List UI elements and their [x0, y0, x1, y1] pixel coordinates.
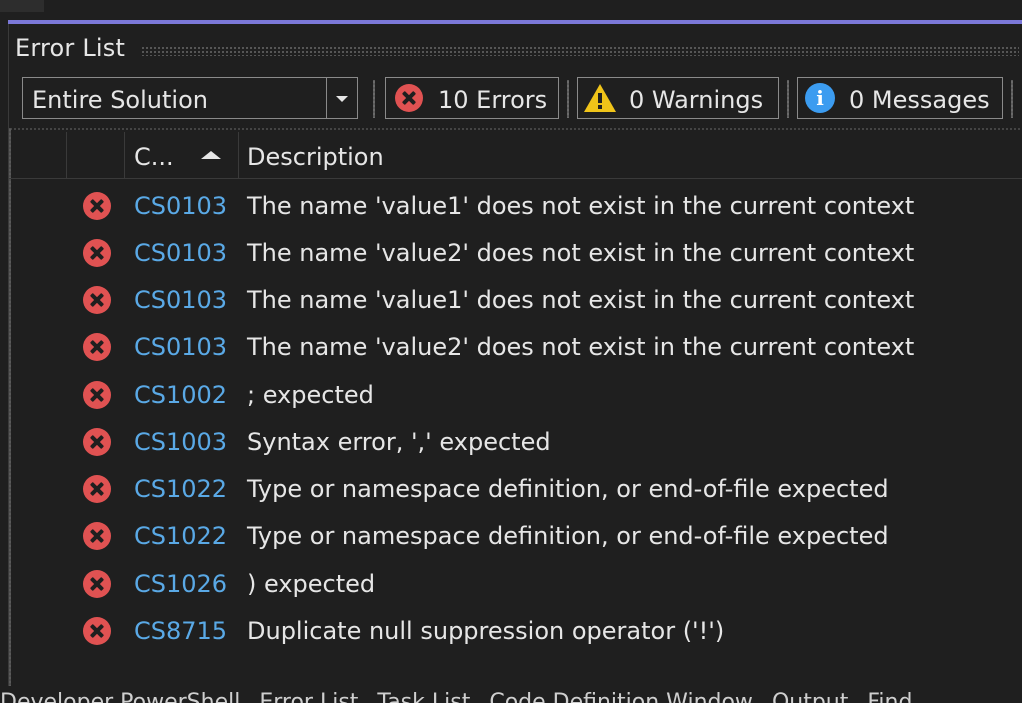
- error-description: The name 'value2' does not exist in the …: [247, 239, 915, 267]
- error-description: The name 'value1' does not exist in the …: [247, 286, 915, 314]
- toolbar-separator: [1011, 80, 1013, 118]
- column-header-code[interactable]: C...: [125, 132, 239, 178]
- error-icon: [83, 570, 111, 598]
- chevron-down-icon: [336, 96, 348, 102]
- error-code-link[interactable]: CS1026: [134, 570, 227, 598]
- error-list-panel: Error List Entire Solution 10 Errors 0 W…: [8, 24, 1022, 686]
- error-code-link[interactable]: CS1022: [134, 522, 227, 550]
- error-list-toolbar: Entire Solution 10 Errors 0 Warnings i 0…: [9, 74, 1022, 122]
- error-icon: [83, 333, 111, 361]
- tab-find[interactable]: Find: [867, 690, 912, 703]
- column-header-severity[interactable]: [67, 132, 125, 178]
- tab-developer-powershell[interactable]: Developer PowerShell: [0, 690, 240, 703]
- tab-code-definition-window[interactable]: Code Definition Window: [489, 690, 753, 703]
- tab-task-list[interactable]: Task List: [377, 690, 470, 703]
- table-row[interactable]: CS0103 The name 'value1' does not exist …: [9, 184, 1022, 231]
- error-description: Type or namespace definition, or end-of-…: [247, 522, 889, 550]
- sort-ascending-icon: [201, 151, 221, 159]
- toolbar-separator: [787, 80, 789, 118]
- table-row[interactable]: CS0103 The name 'value1' does not exist …: [9, 278, 1022, 325]
- errors-filter-button[interactable]: 10 Errors: [385, 77, 559, 119]
- messages-filter-label: 0 Messages: [849, 86, 990, 114]
- error-code-link[interactable]: CS0103: [134, 333, 227, 361]
- error-icon: [83, 192, 111, 220]
- error-description: ; expected: [247, 381, 374, 409]
- error-code-link[interactable]: CS1022: [134, 475, 227, 503]
- error-code-link[interactable]: CS1002: [134, 381, 227, 409]
- error-code-link[interactable]: CS0103: [134, 286, 227, 314]
- error-code-link[interactable]: CS8715: [134, 617, 227, 645]
- column-header-description-label: Description: [247, 143, 384, 171]
- messages-filter-button[interactable]: i 0 Messages: [797, 77, 1003, 119]
- column-header-code-label: C...: [134, 143, 174, 171]
- table-row[interactable]: CS0103 The name 'value2' does not exist …: [9, 325, 1022, 372]
- scope-value: Entire Solution: [32, 86, 208, 114]
- error-description: Type or namespace definition, or end-of-…: [247, 475, 889, 503]
- table-row[interactable]: CS1003 Syntax error, ',' expected: [9, 420, 1022, 467]
- error-description: Syntax error, ',' expected: [247, 428, 551, 456]
- bottom-tab-strip: Developer PowerShell Error List Task Lis…: [0, 686, 1022, 703]
- tab-output[interactable]: Output: [772, 690, 848, 703]
- info-icon: i: [805, 83, 835, 113]
- table-row[interactable]: CS1022 Type or namespace definition, or …: [9, 467, 1022, 514]
- grid-header: C... Description: [9, 132, 1022, 179]
- error-description: ) expected: [247, 570, 376, 598]
- error-icon: [83, 239, 111, 267]
- grid-top-border: [9, 128, 1022, 130]
- error-icon: [83, 617, 111, 645]
- toolbar-separator: [373, 80, 375, 118]
- error-grid: C... Description CS0103 The name 'value1…: [9, 128, 1022, 686]
- error-description: The name 'value2' does not exist in the …: [247, 333, 915, 361]
- table-row[interactable]: CS8715 Duplicate null suppression operat…: [9, 609, 1022, 656]
- error-code-link[interactable]: CS0103: [134, 239, 227, 267]
- table-row[interactable]: CS1022 Type or namespace definition, or …: [9, 514, 1022, 561]
- column-header-description[interactable]: Description: [239, 132, 1022, 178]
- scope-dropdown-button[interactable]: [326, 78, 357, 118]
- toolbar-separator: [567, 80, 569, 118]
- column-header-indicator[interactable]: [9, 132, 67, 178]
- error-icon: [83, 475, 111, 503]
- error-code-link[interactable]: CS1003: [134, 428, 227, 456]
- error-description: The name 'value1' does not exist in the …: [247, 192, 915, 220]
- warnings-filter-button[interactable]: 0 Warnings: [577, 77, 779, 119]
- error-description: Duplicate null suppression operator ('!'…: [247, 617, 725, 645]
- tab-error-list[interactable]: Error List: [259, 690, 358, 703]
- panel-title: Error List: [15, 34, 126, 62]
- warnings-filter-label: 0 Warnings: [629, 86, 764, 114]
- document-tab-stub[interactable]: [0, 0, 44, 12]
- top-strip: [0, 0, 1022, 20]
- error-icon: [83, 522, 111, 550]
- drag-grip[interactable]: [141, 46, 1019, 56]
- table-row[interactable]: CS0103 The name 'value2' does not exist …: [9, 231, 1022, 278]
- table-row[interactable]: CS1002 ; expected: [9, 373, 1022, 420]
- errors-filter-label: 10 Errors: [438, 86, 548, 114]
- scope-dropdown[interactable]: Entire Solution: [22, 77, 358, 119]
- error-icon: [395, 84, 423, 112]
- error-code-link[interactable]: CS0103: [134, 192, 227, 220]
- error-icon: [83, 381, 111, 409]
- error-icon: [83, 286, 111, 314]
- warning-icon: [584, 84, 616, 112]
- table-row[interactable]: CS1026 ) expected: [9, 562, 1022, 609]
- panel-title-bar[interactable]: Error List: [15, 32, 1019, 64]
- error-icon: [83, 428, 111, 456]
